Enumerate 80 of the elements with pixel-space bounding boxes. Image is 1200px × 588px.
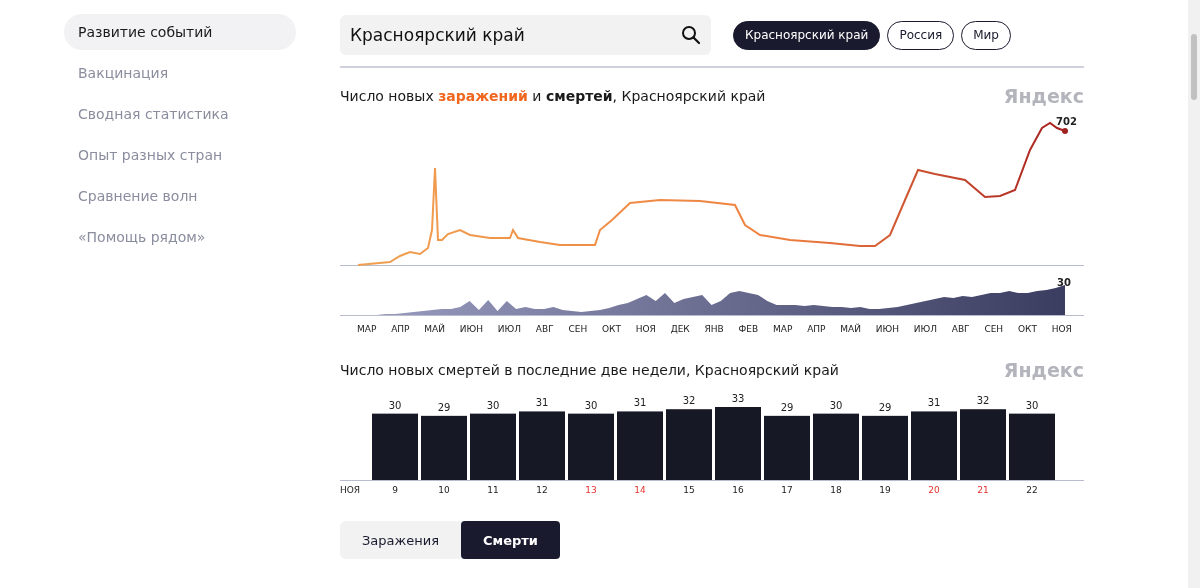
date-label: 12	[536, 485, 548, 495]
bar-value: 29	[780, 401, 794, 413]
date-label: 9	[392, 485, 398, 495]
month-label: НОЯ	[635, 324, 656, 334]
scrollbar[interactable]	[1188, 0, 1200, 588]
date-label: 19	[879, 485, 891, 495]
mode-tab[interactable]: Заражения	[340, 521, 461, 559]
bar-value: 31	[633, 397, 647, 409]
mode-tab[interactable]: Смерти	[461, 521, 560, 559]
region-tab[interactable]: Россия	[887, 20, 955, 50]
month-label: АВГ	[951, 324, 970, 334]
sidebar-item[interactable]: Развитие событий	[64, 14, 296, 50]
bar	[568, 413, 614, 480]
value-label: 702	[1056, 116, 1077, 127]
date-label: 18	[830, 485, 842, 495]
month-label: МАЙ	[840, 324, 861, 334]
bar	[1009, 413, 1055, 480]
bar-value: 29	[437, 401, 451, 413]
date-label: 14	[634, 485, 646, 495]
bar	[666, 409, 712, 480]
month-label: ДЕК	[670, 324, 690, 334]
date-label: 21	[977, 485, 989, 495]
month-label: ИЮЛ	[913, 324, 937, 334]
bar-value: 30	[388, 399, 402, 411]
bar-value: 31	[927, 397, 941, 409]
month-label: НОЯ	[1051, 324, 1072, 334]
value-label: 30	[1057, 277, 1071, 288]
chart-title: Число новых заражений и смертей, Красноярский край	[340, 88, 766, 104]
month-label: АПР	[807, 324, 826, 334]
bar	[372, 413, 418, 480]
month-label: ФЕВ	[738, 324, 759, 334]
month-label: ИЮН	[459, 324, 483, 334]
bar	[911, 411, 957, 480]
logo: Яндекс	[1003, 85, 1084, 107]
bar-value: 30	[1025, 399, 1039, 411]
bar	[470, 413, 516, 480]
month-label: ЯНВ	[704, 324, 724, 334]
month-label: АПР	[391, 324, 410, 334]
bar-value: 31	[535, 397, 549, 409]
month-label: ОКТ	[601, 324, 621, 334]
bar	[617, 411, 663, 480]
bar	[421, 415, 467, 480]
date-label: 22	[1026, 485, 1038, 495]
month-label: МАР	[357, 324, 377, 334]
month-label: СЕН	[568, 324, 588, 334]
chart-title: Число новых смертей в последние две недели, Красноярский край	[340, 362, 839, 378]
date-label: 10	[438, 485, 450, 495]
date-label: 20	[928, 485, 940, 495]
bar	[960, 409, 1006, 480]
bar-value: 30	[486, 399, 500, 411]
search-field[interactable]: Красноярский край	[340, 15, 711, 55]
bar-value: 33	[731, 393, 745, 404]
search-icon[interactable]	[681, 25, 701, 45]
bar-value: 30	[584, 399, 598, 411]
month-label: МАЙ	[424, 324, 445, 334]
bar-value: 29	[878, 401, 892, 413]
month-label: АВГ	[535, 324, 554, 334]
bar-value: 32	[682, 395, 696, 407]
month-label: НОЯ	[340, 485, 361, 495]
end-point	[1062, 128, 1068, 134]
month-label: ИЮЛ	[497, 324, 521, 334]
date-label: 17	[781, 485, 793, 495]
date-label: 15	[683, 485, 695, 495]
bar-value: 30	[829, 399, 843, 411]
bar	[519, 411, 565, 480]
bar-value: 32	[976, 395, 990, 407]
scrollbar-thumb[interactable]	[1191, 34, 1197, 100]
date-label: 11	[487, 485, 499, 495]
month-label: ОКТ	[1017, 324, 1037, 334]
bar	[862, 415, 908, 480]
month-label: МАР	[772, 324, 793, 334]
logo: Яндекс	[1003, 359, 1084, 381]
month-label: СЕН	[984, 324, 1004, 334]
region-tab[interactable]: Мир	[961, 20, 1011, 50]
bar	[764, 415, 810, 480]
month-label: ИЮН	[875, 324, 899, 334]
region-tab[interactable]: Красноярский край	[733, 20, 881, 50]
date-label: 13	[585, 485, 597, 495]
date-label: 16	[732, 485, 744, 495]
bar	[813, 413, 859, 480]
